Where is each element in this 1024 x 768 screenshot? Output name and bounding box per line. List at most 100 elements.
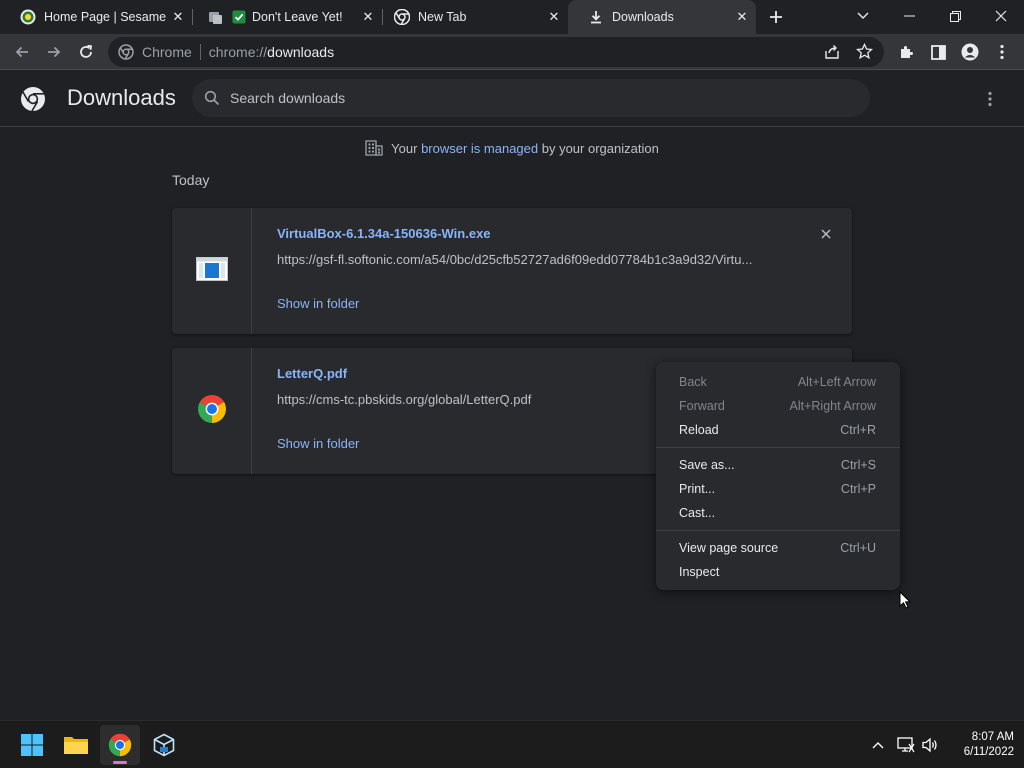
menu-item-forward[interactable]: Forward Alt+Right Arrow: [656, 394, 900, 418]
downloads-menu-button[interactable]: [976, 85, 1004, 113]
browser-toolbar: Chrome chrome://downloads: [0, 34, 1024, 70]
chrome-icon: [394, 9, 410, 25]
tab-title: New Tab: [418, 10, 467, 24]
show-in-folder-link[interactable]: Show in folder: [277, 436, 359, 451]
menu-item-reload[interactable]: Reload Ctrl+R: [656, 418, 900, 442]
profile-button[interactable]: [956, 38, 984, 66]
star-icon[interactable]: [855, 42, 874, 65]
search-box[interactable]: [192, 79, 870, 117]
menu-separator: [656, 530, 900, 531]
chrome-icon: [197, 394, 227, 429]
menu-item-label: Print...: [679, 482, 716, 496]
chrome-icon: [118, 44, 134, 60]
chevron-down-icon: [857, 12, 869, 19]
download-file-name[interactable]: LetterQ.pdf: [277, 366, 347, 381]
url-text[interactable]: chrome://downloads: [209, 44, 334, 60]
extensions-button[interactable]: [892, 38, 920, 66]
menu-separator: [656, 447, 900, 448]
side-panel-button[interactable]: [924, 38, 952, 66]
volume-control[interactable]: [918, 733, 942, 757]
show-in-folder-link[interactable]: Show in folder: [277, 296, 359, 311]
taskbar-virtualbox[interactable]: [144, 725, 184, 765]
menu-item-label: Cast...: [679, 506, 716, 520]
close-icon: [821, 229, 831, 239]
url-path: downloads: [267, 44, 335, 60]
tab-title: Don't Leave Yet!: [252, 10, 343, 24]
tab-strip: Home Page | Sesame St ✕ Don't Leave Yet!…: [0, 0, 1024, 34]
menu-item-label: Back: [679, 375, 707, 389]
managed-suffix: by your organization: [538, 140, 659, 156]
search-downloads-input[interactable]: [230, 90, 830, 106]
browser-menu-button[interactable]: [988, 38, 1016, 66]
close-tab-icon[interactable]: ✕: [734, 9, 750, 25]
show-hidden-icons-button[interactable]: [866, 733, 890, 757]
address-bar[interactable]: Chrome chrome://downloads: [108, 37, 884, 67]
menu-item-shortcut: Ctrl+P: [840, 482, 876, 496]
menu-item-back[interactable]: Back Alt+Left Arrow: [656, 370, 900, 394]
menu-item-save-as[interactable]: Save as... Ctrl+S: [656, 453, 900, 477]
share-icon[interactable]: [824, 44, 840, 65]
windows-start-icon: [21, 734, 43, 756]
tab-sesame-street[interactable]: Home Page | Sesame St ✕: [0, 0, 192, 34]
menu-item-view-source[interactable]: View page source Ctrl+U: [656, 536, 900, 560]
managed-link[interactable]: browser is managed: [421, 141, 538, 156]
reload-button[interactable]: [72, 38, 100, 66]
managed-prefix: Your: [391, 140, 422, 156]
menu-item-label: Save as...: [679, 458, 735, 472]
download-file-name[interactable]: VirtualBox-6.1.34a-150636-Win.exe: [277, 226, 491, 241]
search-icon: [204, 90, 220, 106]
close-tab-icon[interactable]: ✕: [170, 9, 186, 25]
restore-button[interactable]: [932, 0, 978, 32]
forward-button[interactable]: [40, 38, 68, 66]
close-window-button[interactable]: [978, 0, 1024, 32]
download-source-url[interactable]: https://gsf-fl.softonic.com/a54/0bc/d25c…: [277, 252, 777, 267]
remove-download-button[interactable]: [816, 224, 836, 244]
taskbar: 8:07 AM 6/11/2022: [0, 720, 1024, 768]
network-status[interactable]: [894, 733, 918, 757]
network-icon: [897, 737, 915, 753]
chrome-icon: [108, 733, 132, 757]
minimize-icon: [903, 15, 915, 17]
tab-title: Home Page | Sesame St: [44, 10, 170, 24]
tab-downloads[interactable]: Downloads ✕: [568, 0, 756, 34]
virtualbox-icon: [153, 733, 175, 757]
arrow-left-icon: [15, 46, 28, 58]
download-file-icon-cell: [172, 208, 252, 334]
menu-item-label: Reload: [679, 423, 719, 437]
minimize-button[interactable]: [886, 0, 932, 32]
menu-item-shortcut: Ctrl+U: [840, 541, 876, 555]
download-file-icon-cell: [172, 348, 252, 474]
tab-search-button[interactable]: [840, 0, 886, 32]
menu-item-shortcut: Ctrl+S: [840, 458, 876, 472]
download-icon: [588, 9, 604, 25]
menu-item-cast[interactable]: Cast...: [656, 501, 900, 525]
system-clock[interactable]: 8:07 AM 6/11/2022: [944, 730, 1014, 760]
taskbar-chrome[interactable]: [100, 725, 140, 765]
menu-item-label: Inspect: [679, 565, 720, 579]
active-app-indicator: [113, 761, 127, 764]
back-button[interactable]: [8, 38, 36, 66]
site-info[interactable]: Chrome: [108, 44, 192, 60]
close-icon: [995, 10, 1007, 22]
menu-item-print[interactable]: Print... Ctrl+P: [656, 477, 900, 501]
more-vert-icon: [1000, 44, 1004, 60]
file-explorer-icon: [64, 737, 88, 754]
tab-new-tab[interactable]: New Tab ✕: [374, 0, 568, 34]
start-button[interactable]: [12, 725, 52, 765]
site-label: Chrome: [142, 44, 192, 60]
menu-item-shortcut: Alt+Right Arrow: [789, 399, 877, 413]
taskbar-file-explorer[interactable]: [56, 725, 96, 765]
context-menu: Back Alt+Left Arrow Forward Alt+Right Ar…: [656, 362, 900, 590]
tab-dont-leave-yet[interactable]: Don't Leave Yet! ✕: [188, 0, 382, 34]
new-tab-button[interactable]: [764, 5, 788, 29]
speaker-icon: [922, 737, 937, 753]
url-prefix: chrome://: [208, 44, 268, 60]
mouse-cursor-icon: [899, 590, 912, 614]
chevron-up-icon: [872, 742, 884, 749]
arrow-right-icon: [48, 46, 61, 58]
close-tab-icon[interactable]: ✕: [546, 9, 562, 25]
omnibox-divider: [199, 44, 201, 60]
checkbox-tab-icon: [232, 10, 246, 24]
menu-item-label: Forward: [679, 399, 725, 413]
menu-item-inspect[interactable]: Inspect: [656, 560, 900, 584]
